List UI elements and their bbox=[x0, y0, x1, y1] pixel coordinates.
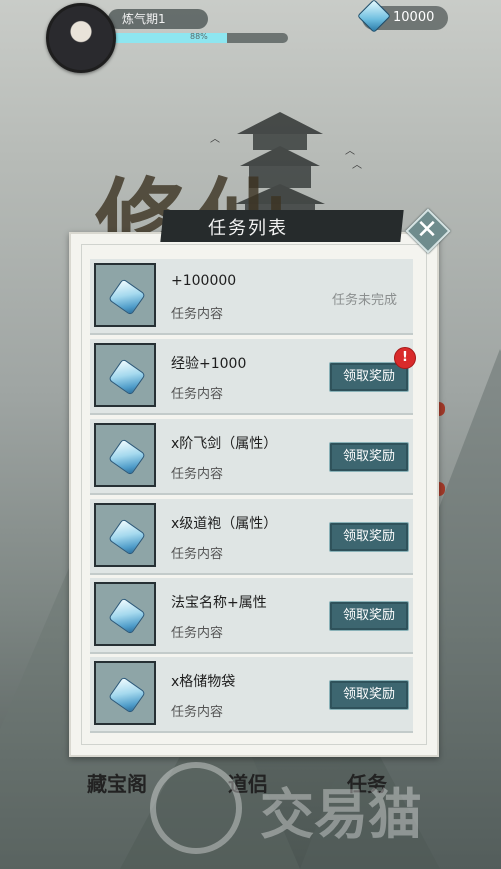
gem-icon bbox=[108, 438, 146, 476]
bird-icon: ︿ bbox=[210, 134, 220, 145]
watermark-logo-icon bbox=[150, 762, 242, 854]
close-button[interactable]: ✕ bbox=[405, 208, 451, 254]
task-title: x级道袍（属性） bbox=[171, 516, 278, 532]
task-reward-icon bbox=[94, 582, 156, 646]
xp-percent: 88% bbox=[190, 32, 208, 41]
task-row: +100000 任务内容 任务未完成 bbox=[90, 259, 413, 335]
cultivation-level: 炼气期1 bbox=[108, 9, 208, 29]
task-description: 任务内容 bbox=[171, 626, 224, 641]
notification-badge: ! bbox=[394, 347, 416, 369]
task-description: 任务内容 bbox=[171, 467, 224, 482]
player-avatar[interactable] bbox=[46, 3, 116, 73]
watermark: 交易猫 bbox=[150, 762, 470, 854]
task-description: 任务内容 bbox=[171, 387, 224, 402]
task-status: 任务未完成 bbox=[332, 293, 398, 308]
gem-icon bbox=[108, 278, 146, 316]
watermark-text: 交易猫 bbox=[260, 783, 422, 846]
bird-icon: ︿ bbox=[352, 160, 362, 171]
task-title: 法宝名称+属性 bbox=[171, 595, 267, 611]
task-description: 任务内容 bbox=[171, 705, 224, 720]
task-description: 任务内容 bbox=[171, 547, 224, 562]
task-title: +100000 bbox=[171, 273, 237, 289]
gem-icon bbox=[108, 358, 146, 396]
task-reward-icon bbox=[94, 661, 156, 725]
task-row: x格储物袋 任务内容 领取奖励 bbox=[90, 657, 413, 733]
task-title: x阶飞剑（属性） bbox=[171, 436, 278, 452]
task-description: 任务内容 bbox=[171, 307, 224, 322]
task-reward-icon bbox=[94, 503, 156, 567]
claim-reward-button[interactable]: 领取奖励 bbox=[329, 442, 409, 472]
modal-title: 任务列表 bbox=[208, 218, 288, 239]
claim-reward-button[interactable]: 领取奖励 bbox=[329, 680, 409, 710]
task-row: 经验+1000 任务内容 领取奖励 bbox=[90, 339, 413, 415]
claim-reward-button[interactable]: 领取奖励 bbox=[329, 522, 409, 552]
claim-reward-button[interactable]: 领取奖励 bbox=[329, 362, 409, 392]
task-row: x级道袍（属性） 任务内容 领取奖励 bbox=[90, 499, 413, 575]
task-reward-icon bbox=[94, 263, 156, 327]
gem-icon bbox=[108, 676, 146, 714]
claim-reward-button[interactable]: 领取奖励 bbox=[329, 601, 409, 631]
task-row: 法宝名称+属性 任务内容 领取奖励 bbox=[90, 578, 413, 654]
xp-bar-fill bbox=[108, 33, 227, 43]
task-reward-icon bbox=[94, 423, 156, 487]
task-row: x阶飞剑（属性） 任务内容 领取奖励 bbox=[90, 419, 413, 495]
top-hud: 炼气期1 88% 10000 bbox=[0, 0, 501, 73]
task-reward-icon bbox=[94, 343, 156, 407]
task-title: x格储物袋 bbox=[171, 674, 236, 690]
close-icon: ✕ bbox=[416, 215, 438, 245]
gem-icon bbox=[108, 518, 146, 556]
bird-icon: ︿ bbox=[345, 146, 355, 157]
gem-icon bbox=[108, 597, 146, 635]
task-title: 经验+1000 bbox=[171, 356, 247, 372]
nav-treasure-pavilion[interactable]: 藏宝阁 bbox=[87, 768, 147, 797]
